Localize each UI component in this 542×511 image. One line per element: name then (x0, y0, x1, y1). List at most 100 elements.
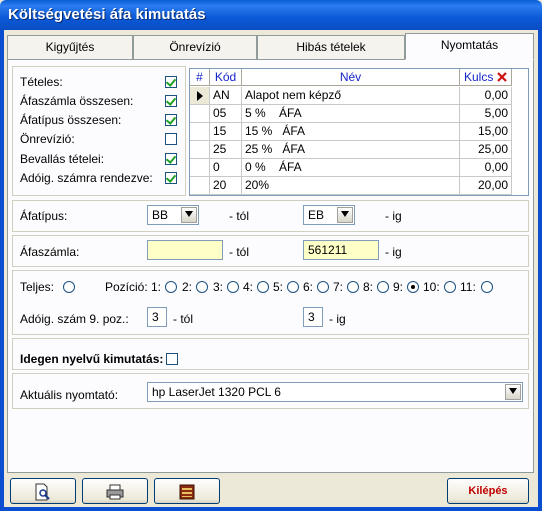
afatipus-from-suffix: - tól (229, 209, 250, 223)
radio-pozicio-2[interactable] (196, 281, 208, 293)
afaszamla-from-suffix: - tól (229, 245, 250, 259)
cell-rate[interactable]: 0,00 (460, 87, 512, 105)
column-header-code[interactable]: Kód (210, 69, 242, 86)
dropdown-button[interactable] (337, 207, 353, 223)
column-header-rate[interactable]: Kulcs (460, 69, 512, 86)
pozicio-6-label: 6: (303, 280, 314, 294)
tab-nyomtatas[interactable]: Nyomtatás (405, 33, 534, 60)
afatipus-to-select[interactable]: EB (303, 205, 355, 225)
cell-name[interactable]: Alapot nem képző (242, 87, 460, 105)
tab-onrevizio[interactable]: Önrevízió (133, 35, 257, 60)
radio-pozicio-12[interactable] (481, 281, 493, 293)
column-header-name[interactable]: Név (242, 69, 460, 86)
radio-pozicio-1[interactable] (165, 281, 177, 293)
cell-code[interactable]: 20 (210, 177, 242, 195)
radio-pozicio-8[interactable] (377, 281, 389, 293)
option-label-bevallas-tetelei: Bevallás tételei: (20, 152, 105, 166)
teljes-label: Teljes: (20, 280, 55, 294)
row-indicator[interactable] (190, 105, 210, 123)
afaszamla-from-input[interactable] (147, 240, 223, 260)
radio-teljes[interactable] (63, 281, 75, 293)
radio-pozicio-11[interactable] (444, 281, 456, 293)
option-label-afatipus-osszesen: Áfatípus összesen: (20, 113, 122, 127)
column-header-hash[interactable]: # (190, 69, 210, 86)
adoig-to-suffix: - ig (329, 312, 346, 326)
print-button[interactable] (82, 478, 148, 504)
print-preview-button[interactable] (10, 478, 76, 504)
afatipus-group (12, 200, 529, 232)
title-bar[interactable]: Költségvetési áfa kimutatás (0, 0, 542, 30)
pozicio-5-label: 5: (273, 280, 284, 294)
row-indicator[interactable] (190, 177, 210, 195)
radio-pozicio-7[interactable] (347, 281, 359, 293)
exit-button[interactable]: Kilépés (447, 478, 529, 504)
checkbox-adoig-szamra[interactable] (165, 172, 177, 184)
cell-rate[interactable]: 20,00 (460, 177, 512, 195)
window-border-left (0, 30, 4, 511)
pozicio-9-label: 9: (393, 280, 404, 294)
exit-button-label: Kilépés (468, 485, 508, 497)
export-button[interactable] (154, 478, 220, 504)
pozicio-2-label: 2: (182, 280, 193, 294)
cell-code[interactable]: 25 (210, 141, 242, 159)
option-label-teteles: Tételes: (20, 75, 63, 89)
row-pointer-icon (196, 91, 203, 101)
option-label-onrevizio: Önrevízió: (20, 132, 75, 146)
row-indicator[interactable] (190, 141, 210, 159)
printer-label: Aktuális nyomtató: (20, 388, 119, 402)
checkbox-foreign-language[interactable] (166, 353, 178, 365)
cell-code[interactable]: AN (210, 87, 242, 105)
radio-pozicio-5[interactable] (287, 281, 299, 293)
cell-code[interactable]: 05 (210, 105, 242, 123)
delete-column-icon[interactable] (496, 71, 508, 83)
afatipus-from-select[interactable]: BB (147, 205, 199, 225)
checkbox-afaszamla-osszesen[interactable] (165, 95, 177, 107)
tab-label: Hibás tételek (296, 40, 366, 54)
cell-rate[interactable]: 15,00 (460, 123, 512, 141)
checkbox-onrevizio[interactable] (165, 133, 177, 145)
checkbox-afatipus-osszesen[interactable] (165, 114, 177, 126)
cell-name[interactable]: 15 % ÁFA (242, 123, 460, 141)
pozicio-1-label: 1: (151, 280, 162, 294)
print-preview-icon (35, 483, 50, 501)
tab-hibas-tetelek[interactable]: Hibás tételek (257, 35, 405, 60)
pozicio-label: Pozíció: (105, 280, 148, 294)
checkbox-teteles[interactable] (165, 76, 177, 88)
cell-rate[interactable]: 25,00 (460, 141, 512, 159)
chevron-down-icon (341, 211, 349, 217)
adoig-to-input[interactable]: 3 (303, 307, 323, 327)
option-label-adoig-szamra: Adóig. számra rendezve: (20, 171, 153, 185)
cell-code[interactable]: 0 (210, 159, 242, 177)
checkbox-bevallas-tetelei[interactable] (165, 153, 177, 165)
adoig-label: Adóig. szám 9. poz.: (20, 312, 129, 326)
printer-select[interactable]: hp LaserJet 1320 PCL 6 (147, 382, 523, 402)
tab-label: Kigyűjtés (45, 40, 95, 54)
dropdown-button[interactable] (181, 207, 197, 223)
cell-rate[interactable]: 0,00 (460, 159, 512, 177)
dropdown-button[interactable] (505, 384, 521, 400)
row-indicator[interactable] (190, 123, 210, 141)
radio-pozicio-3[interactable] (227, 281, 239, 293)
cell-name[interactable]: 0 % ÁFA (242, 159, 460, 177)
afaszamla-to-input[interactable]: 561211 (303, 240, 379, 260)
cell-name[interactable]: 5 % ÁFA (242, 105, 460, 123)
cell-code[interactable]: 15 (210, 123, 242, 141)
tab-kigyujtes[interactable]: Kigyűjtés (7, 35, 133, 60)
cell-name[interactable]: 20% (242, 177, 460, 195)
chevron-down-icon (185, 211, 193, 217)
column-header-rate-label: Kulcs (464, 70, 494, 84)
window-title: Költségvetési áfa kimutatás (8, 6, 206, 23)
radio-pozicio-6[interactable] (317, 281, 329, 293)
afaszamla-label: Áfaszámla: (20, 245, 80, 259)
afatipus-from-value: BB (152, 208, 169, 222)
adoig-from-input[interactable]: 3 (147, 307, 167, 327)
window-border-right (538, 30, 542, 511)
chevron-down-icon (509, 388, 517, 394)
row-indicator[interactable] (190, 159, 210, 177)
radio-pozicio-4[interactable] (257, 281, 269, 293)
radio-pozicio-10-selected[interactable] (407, 281, 419, 293)
row-indicator[interactable] (190, 87, 210, 105)
cell-rate[interactable]: 5,00 (460, 105, 512, 123)
vat-rate-grid[interactable]: # Kód Név Kulcs AN Alapot nem képző 0,00… (189, 68, 529, 196)
cell-name[interactable]: 25 % ÁFA (242, 141, 460, 159)
